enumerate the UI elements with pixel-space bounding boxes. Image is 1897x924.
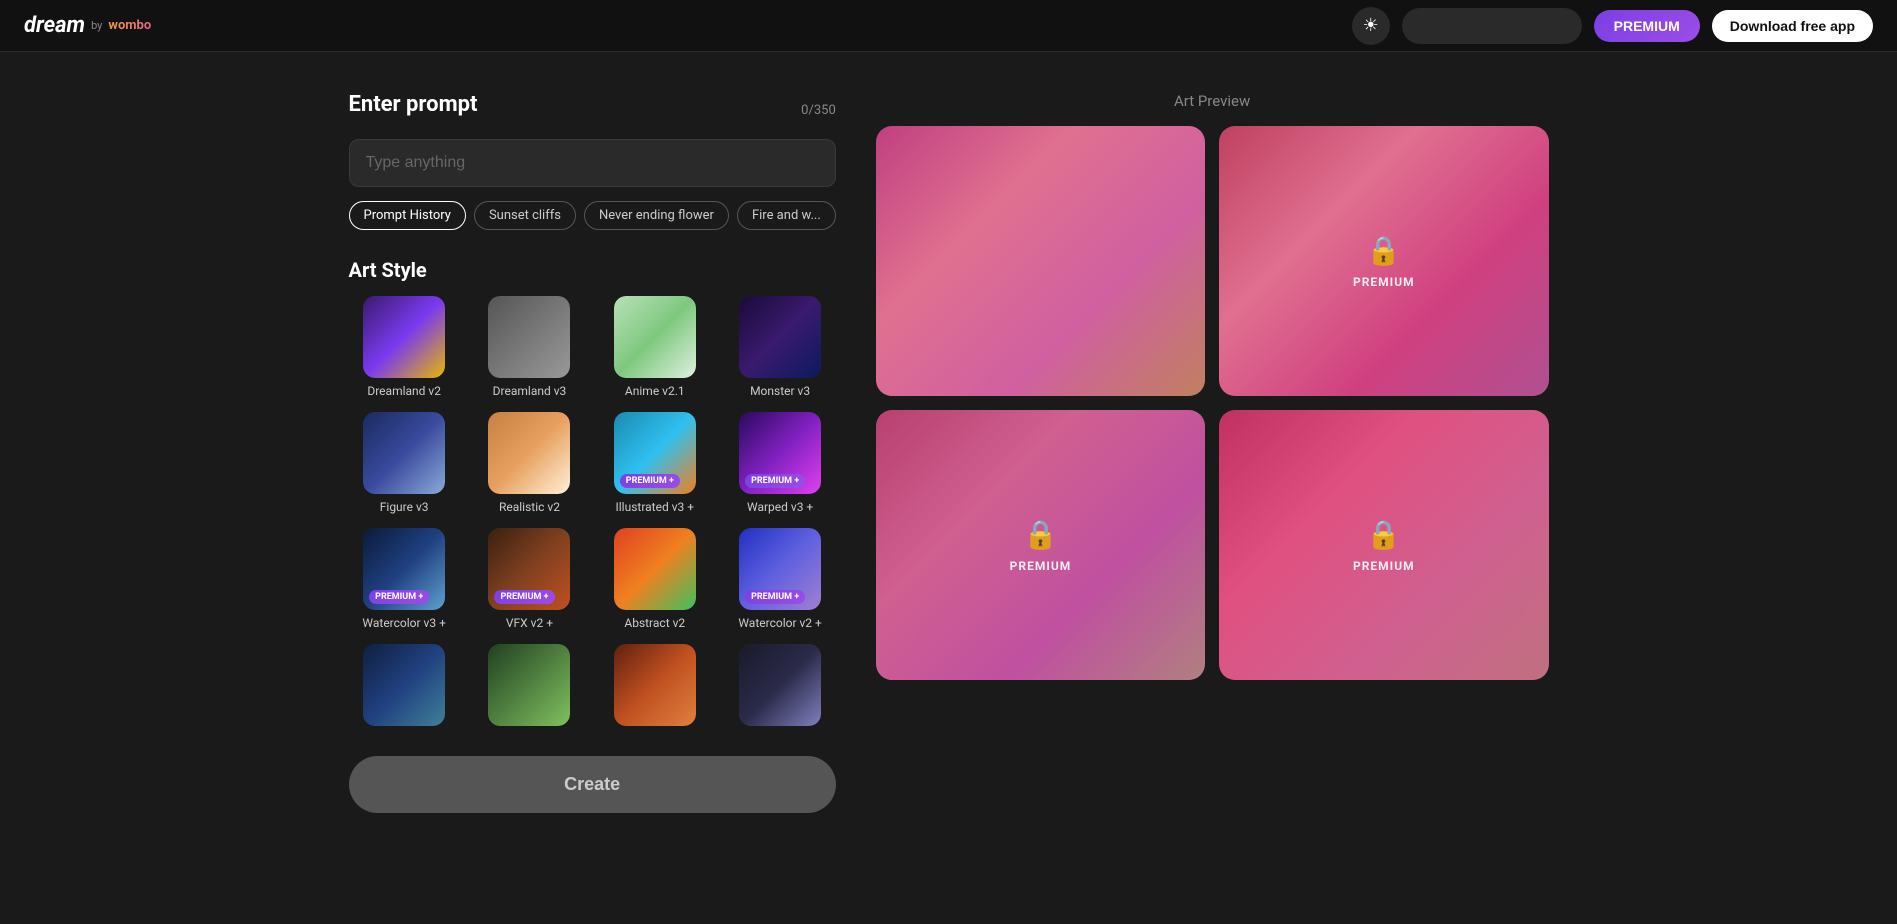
style-item-name: Watercolor v3 + (362, 616, 446, 630)
premium-badge: PREMIUM + (620, 474, 680, 488)
preview-cell: 🔒 PREMIUM (1219, 126, 1548, 396)
style-item-name: Illustrated v3 + (615, 500, 694, 514)
lock-icon: 🔒 (1366, 234, 1401, 267)
style-item[interactable] (724, 644, 835, 726)
chip-sunset-cliffs[interactable]: Sunset cliffs (474, 201, 576, 230)
style-item[interactable] (599, 644, 710, 726)
lock-icon: 🔒 (1023, 518, 1058, 551)
preview-cell: 🔒 PREMIUM (876, 410, 1205, 680)
premium-badge: PREMIUM + (745, 590, 805, 604)
chip-never-ending-flower[interactable]: Never ending flower (584, 201, 729, 230)
premium-badge: PREMIUM + (369, 590, 429, 604)
style-item-name: VFX v2 + (506, 616, 553, 630)
prompt-input[interactable] (349, 139, 836, 187)
char-count: 0/350 (801, 103, 836, 118)
chip-fire-and-w[interactable]: Fire and w... (737, 201, 836, 230)
style-item[interactable] (349, 644, 460, 726)
chips-row: Prompt History Sunset cliffs Never endin… (349, 201, 836, 230)
prompt-section-label: Enter prompt (349, 92, 478, 117)
style-item[interactable]: PREMIUM + Illustrated v3 + (599, 412, 710, 514)
preview-premium-label: PREMIUM (1353, 275, 1415, 289)
lock-icon: 🔒 (1366, 518, 1401, 551)
style-item[interactable] (474, 644, 585, 726)
download-app-button[interactable]: Download free app (1712, 10, 1873, 42)
style-item-name: Anime v2.1 (625, 384, 685, 398)
logo-by: by (91, 19, 102, 32)
logo-dream: dream (24, 13, 85, 38)
style-item[interactable]: Realistic v2 (474, 412, 585, 514)
style-item-name: Dreamland v3 (493, 384, 567, 398)
style-item-name: Monster v3 (750, 384, 810, 398)
art-preview-label: Art Preview (876, 92, 1549, 110)
style-item-name: Watercolor v2 + (738, 616, 822, 630)
style-item[interactable]: PREMIUM + Watercolor v2 + (724, 528, 835, 630)
style-item[interactable]: PREMIUM + VFX v2 + (474, 528, 585, 630)
premium-badge: PREMIUM + (494, 590, 554, 604)
premium-button[interactable]: PREMIUM (1594, 10, 1700, 42)
premium-badge: PREMIUM + (745, 474, 805, 488)
style-item[interactable]: PREMIUM + Watercolor v3 + (349, 528, 460, 630)
left-panel: Enter prompt 0/350 Prompt History Sunset… (349, 92, 836, 813)
right-panel: Art Preview 🔒 PREMIUM 🔒 PREMIUM 🔒 PREMIUM (876, 92, 1549, 813)
style-item-name: Dreamland v2 (367, 384, 441, 398)
header: dream by wombo ☀ PREMIUM Download free a… (0, 0, 1897, 52)
preview-premium-label: PREMIUM (1010, 559, 1072, 573)
style-item[interactable]: Monster v3 (724, 296, 835, 398)
logo-wombo: wombo (108, 18, 151, 33)
style-item[interactable]: Anime v2.1 (599, 296, 710, 398)
style-item-name: Figure v3 (380, 500, 429, 514)
preview-cell: 🔒 PREMIUM (1219, 410, 1548, 680)
preview-cell (876, 126, 1205, 396)
style-item[interactable]: Dreamland v2 (349, 296, 460, 398)
logo: dream by wombo (24, 13, 151, 38)
header-right: ☀ PREMIUM Download free app (1352, 7, 1873, 45)
style-item-name: Realistic v2 (499, 500, 560, 514)
main-content: Enter prompt 0/350 Prompt History Sunset… (249, 52, 1649, 853)
art-style-label: Art Style (349, 258, 836, 282)
preview-grid: 🔒 PREMIUM 🔒 PREMIUM 🔒 PREMIUM (876, 126, 1549, 680)
style-item[interactable]: PREMIUM + Warped v3 + (724, 412, 835, 514)
preview-premium-label: PREMIUM (1353, 559, 1415, 573)
style-item[interactable]: Dreamland v3 (474, 296, 585, 398)
create-button[interactable]: Create (349, 756, 836, 813)
style-item[interactable]: Figure v3 (349, 412, 460, 514)
style-item-name: Abstract v2 (624, 616, 685, 630)
prompt-header: Enter prompt 0/350 (349, 92, 836, 129)
style-grid: Dreamland v2 Dreamland v3 Anime v2.1 Monste… (349, 296, 836, 726)
chip-prompt-history[interactable]: Prompt History (349, 201, 466, 230)
theme-toggle-button[interactable]: ☀ (1352, 7, 1390, 45)
style-item[interactable]: Abstract v2 (599, 528, 710, 630)
search-input[interactable] (1402, 8, 1582, 44)
style-item-name: Warped v3 + (747, 500, 813, 514)
